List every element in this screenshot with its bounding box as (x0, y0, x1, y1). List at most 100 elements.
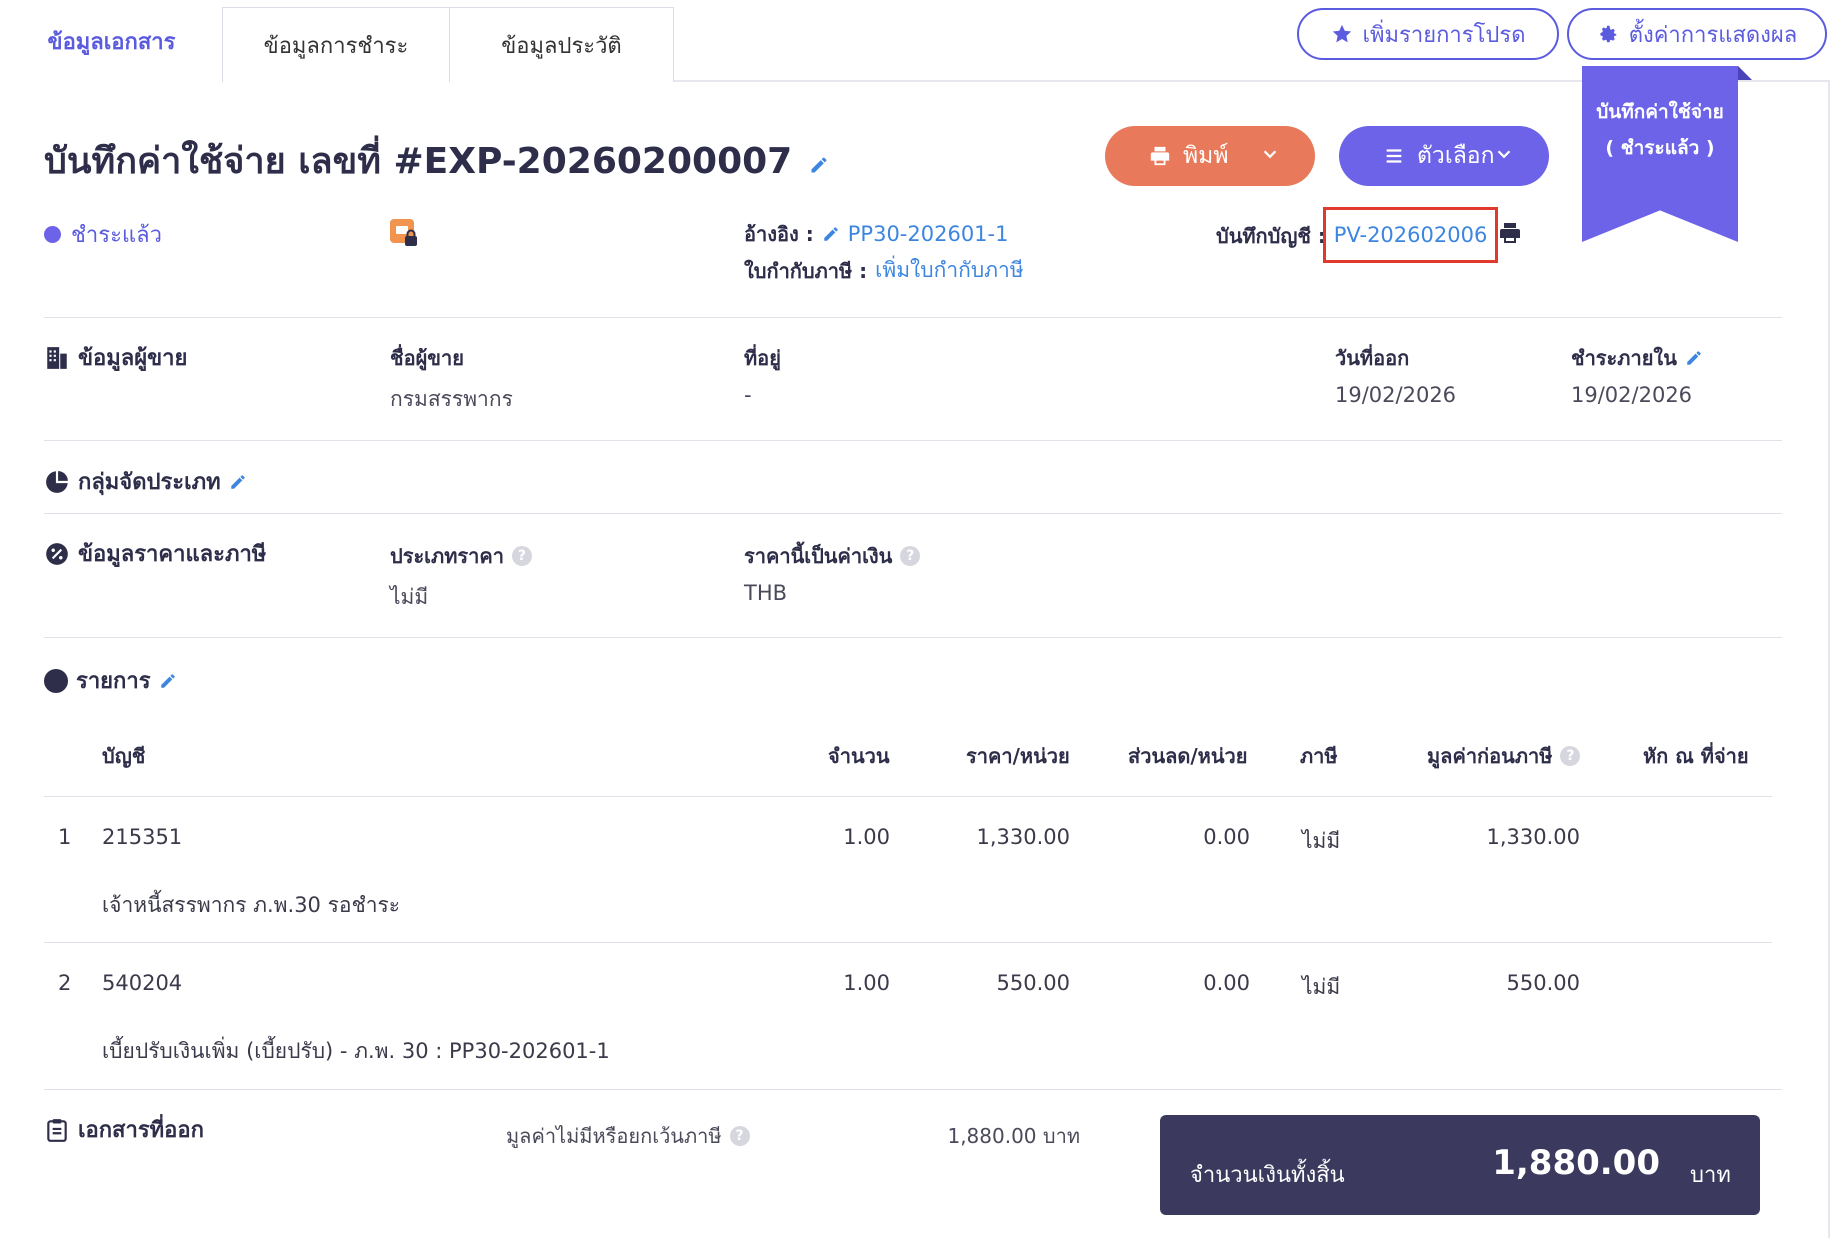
row-description: เจ้าหนี้สรรพากร ภ.พ.30 รอชำระ (102, 893, 401, 917)
printer-icon[interactable] (1498, 221, 1522, 245)
currency-label-text: ราคานี้เป็นค่าเงิน (744, 544, 893, 568)
help-icon[interactable]: ? (1560, 746, 1581, 766)
status-text: ชำระแล้ว (71, 223, 162, 248)
journal-link[interactable]: PV-202602006 (1334, 223, 1488, 247)
divider (44, 1089, 1782, 1090)
category-section-title: กลุ่มจัดประเภท (44, 464, 247, 499)
vendor-name-label: ชื่อผู้ขาย (390, 346, 464, 370)
percent-badge-icon (46, 542, 68, 565)
vendor-name-link[interactable]: กรมสรรพากร (390, 383, 513, 416)
printer-icon (1150, 146, 1170, 166)
journal-link-highlight: PV-202602006 (1323, 207, 1498, 263)
row-pretax: 1,330.00 (1486, 825, 1580, 849)
divider (44, 513, 1782, 514)
row-tax: ไม่มี (1302, 975, 1341, 999)
issue-date-value: 19/02/2026 (1335, 383, 1457, 407)
column-header-tax: ภาษี (1300, 744, 1338, 768)
row-number: 2 (58, 971, 72, 995)
vendor-section-text: ข้อมูลผู้ขาย (78, 346, 188, 371)
row-qty: 1.00 (843, 971, 890, 995)
add-tax-invoice-link[interactable]: เพิ่มใบกำกับภาษี (875, 254, 1023, 287)
issued-docs-section-text: เอกสารที่ออก (78, 1118, 204, 1143)
pencil-icon[interactable] (159, 672, 177, 690)
chevron-down-icon (1497, 150, 1511, 159)
pencil-icon[interactable] (822, 225, 840, 243)
row-discount: 0.00 (1203, 971, 1250, 995)
divider (44, 440, 1782, 441)
total-label: จำนวนเงินทั้งสิ้น (1190, 1163, 1345, 1188)
column-header-unit-price: ราคา/หน่วย (966, 744, 1070, 768)
print-label: พิมพ์ (1183, 143, 1229, 169)
reference-row: อ้างอิง : PP30-202601-1 (744, 218, 1008, 250)
status-dot (44, 226, 61, 243)
menu-icon (1386, 149, 1402, 163)
journal-label-text: บันทึกบัญชี : (1216, 224, 1326, 248)
add-favorite-button[interactable]: เพิ่มรายการโปรด (1297, 8, 1559, 60)
help-icon[interactable]: ? (511, 546, 532, 566)
pie-chart-icon (46, 470, 68, 493)
help-icon[interactable]: ? (729, 1126, 750, 1146)
divider (44, 637, 1782, 638)
pencil-icon[interactable] (1685, 349, 1703, 367)
row-tax: ไม่มี (1302, 829, 1341, 853)
price-type-label-text: ประเภทราคา (390, 544, 504, 568)
column-header-wht: หัก ณ ที่จ่าย (1643, 744, 1749, 768)
reference-label: อ้างอิง : (744, 222, 814, 246)
page-title-text: บันทึกค่าใช้จ่าย เลขที่ #EXP-20260200007 (44, 141, 793, 182)
issued-docs-section-title: เอกสารที่ออก (44, 1112, 204, 1147)
options-button[interactable]: ตัวเลือก (1339, 126, 1549, 186)
status-ribbon: บันทึกค่าใช้จ่าย ( ชำระแล้ว ) (1582, 66, 1738, 242)
price-type-label: ประเภทราคา? (390, 540, 532, 572)
non-taxable-value: 1,880.00 บาท (947, 1124, 1080, 1148)
display-settings-label: ตั้งค่าการแสดงผล (1628, 22, 1798, 48)
table-divider (44, 796, 1772, 797)
display-settings-button[interactable]: ตั้งค่าการแสดงผล (1567, 8, 1827, 60)
column-header-pretax-text: มูลค่าก่อนภาษี (1427, 744, 1553, 768)
ribbon-line2: ( ชำระแล้ว ) (1605, 137, 1715, 159)
divider (44, 317, 1782, 318)
ribbon-line1: บันทึกค่าใช้จ่าย (1596, 101, 1724, 123)
due-date-value: 19/02/2026 (1571, 383, 1693, 407)
pencil-icon[interactable] (809, 155, 829, 175)
column-header-discount: ส่วนลด/หน่วย (1128, 744, 1248, 768)
row-number: 1 (58, 825, 72, 849)
table-divider (44, 942, 1772, 943)
pencil-icon[interactable] (229, 473, 247, 491)
tax-invoice-label: ใบกำกับภาษี : (744, 258, 868, 283)
row-account: 540204 (102, 971, 183, 995)
journal-label: บันทึกบัญชี : (1216, 220, 1326, 252)
due-date-label-text: ชำระภายใน (1571, 346, 1677, 370)
row-unit-price: 550.00 (996, 971, 1070, 995)
pricing-section-text: ข้อมูลราคาและภาษี (78, 542, 267, 567)
items-section-title: รายการ (44, 663, 177, 698)
pricing-section-title: ข้อมูลราคาและภาษี (44, 536, 266, 571)
row-account: 215351 (102, 825, 183, 849)
due-date-label: ชำระภายใน (1571, 342, 1703, 374)
print-button[interactable]: พิมพ์ (1105, 126, 1315, 186)
help-icon[interactable]: ? (900, 546, 921, 566)
reference-link[interactable]: PP30-202601-1 (848, 222, 1009, 246)
row-discount: 0.00 (1203, 825, 1250, 849)
total-currency: บาท (1690, 1163, 1731, 1188)
tax-invoice-row: ใบกำกับภาษี : เพิ่มใบกำกับภาษี (744, 254, 1024, 287)
vendor-section-title: ข้อมูลผู้ขาย (44, 340, 187, 375)
issue-date-label: วันที่ออก (1335, 346, 1410, 370)
tab-document-info[interactable]: ข้อมูลเอกสาร (0, 0, 223, 82)
price-type-value: ไม่มี (390, 585, 429, 609)
address-label: ที่อยู่ (744, 346, 781, 370)
row-unit-price: 1,330.00 (976, 825, 1070, 849)
total-value: 1,880.00 (1492, 1143, 1660, 1183)
tab-payment-info[interactable]: ข้อมูลการชำระ (222, 7, 450, 82)
row-pretax: 550.00 (1506, 971, 1580, 995)
category-section-text: กลุ่มจัดประเภท (78, 470, 221, 495)
grand-total-box: จำนวนเงินทั้งสิ้น 1,880.00 บาท (1160, 1115, 1760, 1215)
currency-value: THB (744, 581, 788, 605)
star-icon (1332, 24, 1351, 43)
page-title: บันทึกค่าใช้จ่าย เลขที่ #EXP-20260200007 (44, 132, 829, 189)
tab-history-info[interactable]: ข้อมูลประวัติ (449, 7, 674, 82)
options-label: ตัวเลือก (1417, 143, 1495, 169)
add-favorite-label: เพิ่มรายการโปรด (1362, 22, 1526, 48)
column-header-account: บัญชี (102, 744, 146, 768)
column-header-qty: จำนวน (828, 744, 890, 768)
column-header-pretax: มูลค่าก่อนภาษี? (1427, 740, 1581, 772)
